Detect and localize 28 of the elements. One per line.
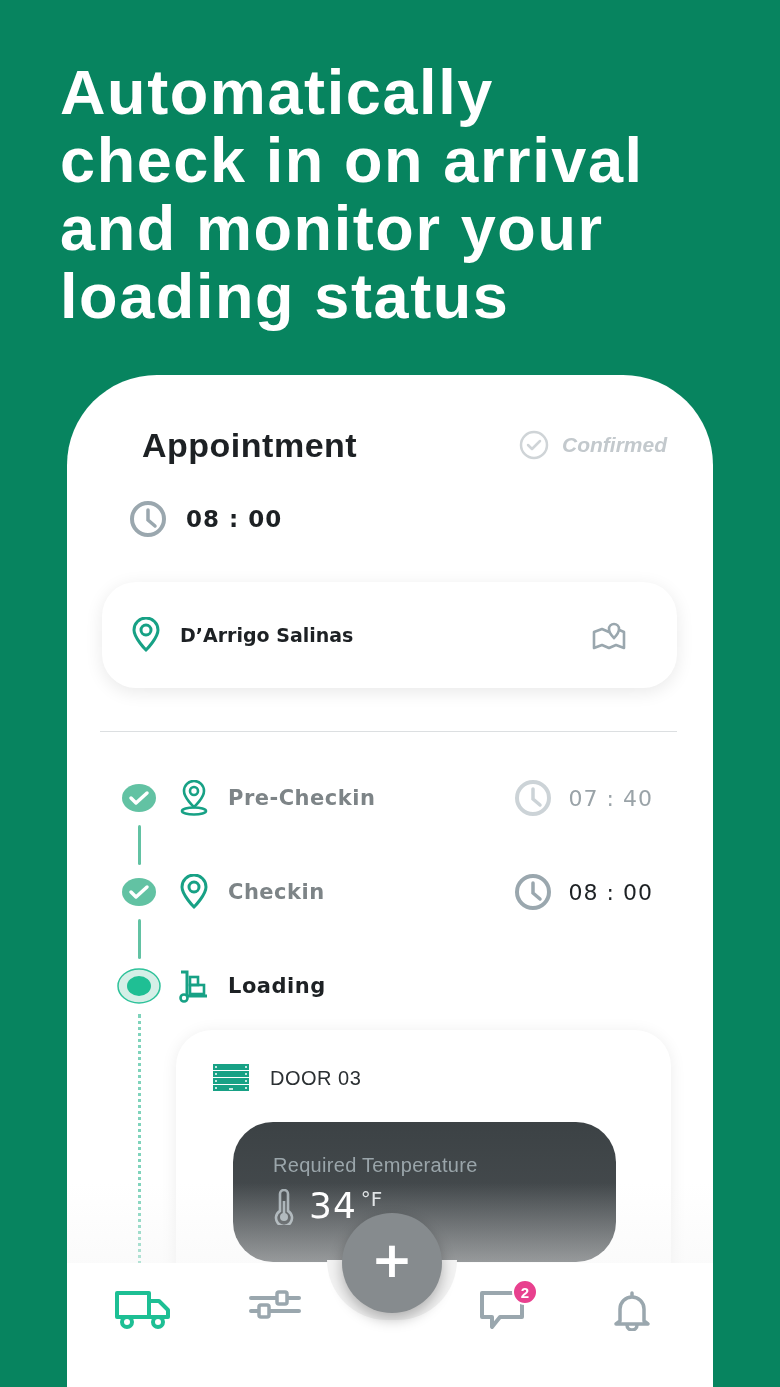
location-pin-icon <box>130 617 162 653</box>
step-label: Loading <box>228 974 326 998</box>
step-time: 08 : 00 <box>568 879 653 905</box>
step-label: Checkin <box>228 880 325 904</box>
location-pin-icon <box>178 780 210 816</box>
appointment-time: 08 : 00 <box>186 506 283 532</box>
status-label: Confirmed <box>562 433 667 457</box>
check-circle-icon <box>518 429 550 461</box>
location-name: D’Arrigo Salinas <box>180 624 354 646</box>
temperature-label: Required Temperature <box>273 1154 479 1177</box>
unread-count: 2 <box>512 1279 538 1306</box>
location-pin-icon <box>178 874 210 910</box>
truck-icon <box>114 1289 172 1330</box>
clock-icon <box>128 499 168 539</box>
map-icon[interactable] <box>591 620 627 650</box>
step-time: 07 : 40 <box>568 785 653 811</box>
step-label: Pre-Checkin <box>228 786 376 810</box>
headline: Automatically check in on arrival and monitor your loading status <box>60 58 645 330</box>
appointment-title: Appointment <box>142 425 358 465</box>
door-label: DOOR 03 <box>270 1066 362 1090</box>
sliders-icon <box>249 1289 301 1320</box>
thermometer-icon <box>273 1189 295 1225</box>
clock-icon <box>512 872 553 912</box>
door-icon <box>213 1064 249 1092</box>
location-card[interactable]: D’Arrigo Salinas <box>102 582 677 688</box>
clock-icon <box>512 778 553 818</box>
temperature-unit: °F <box>360 1187 383 1211</box>
bell-icon <box>612 1289 652 1332</box>
